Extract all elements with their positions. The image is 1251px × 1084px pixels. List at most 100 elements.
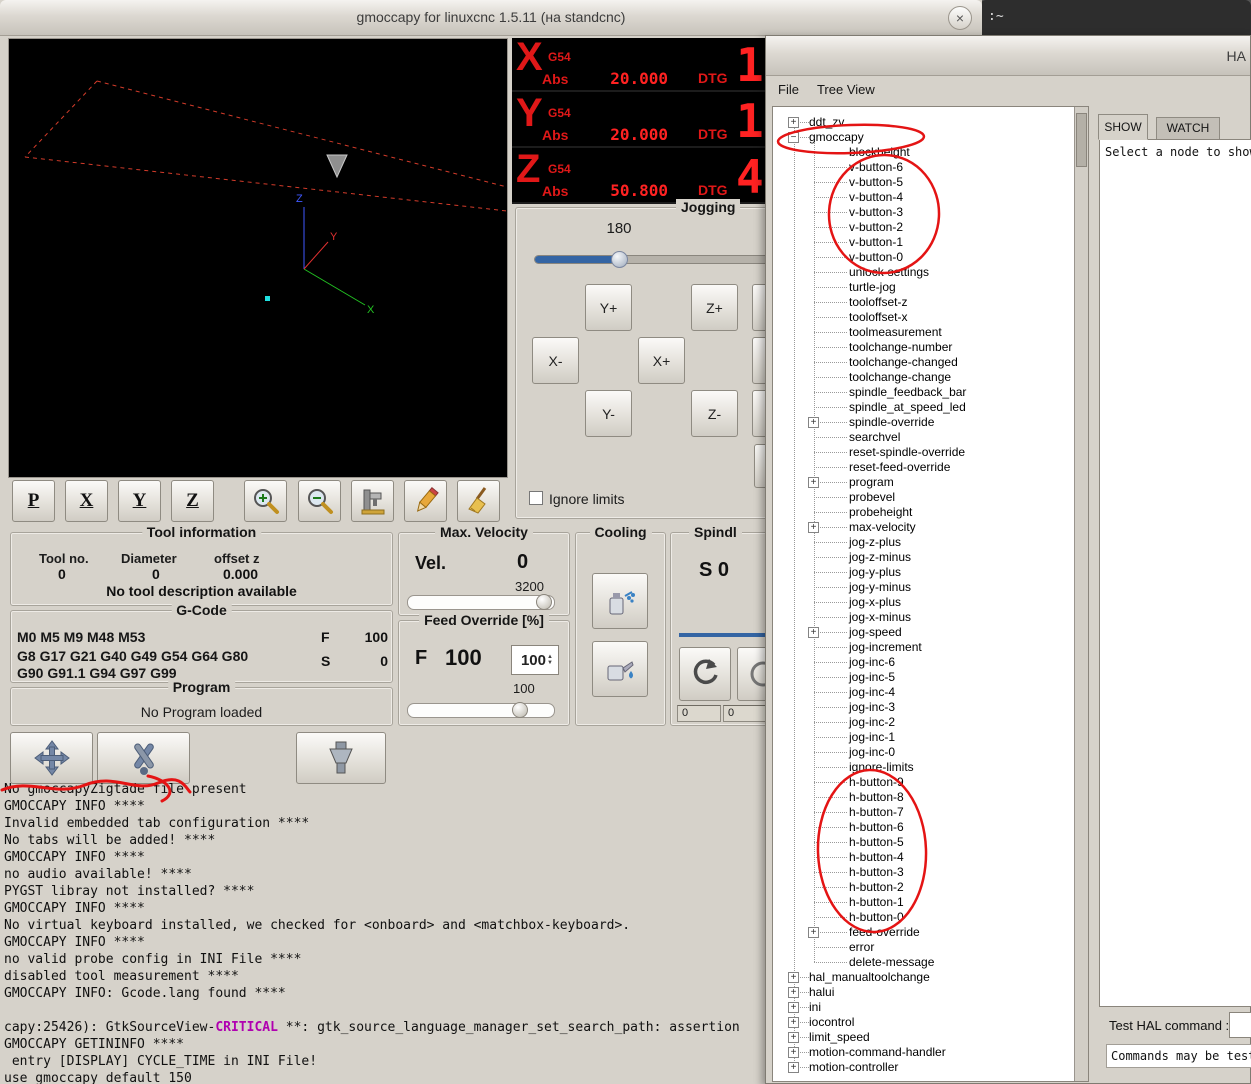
tree-item-h-button-4[interactable]: h-button-4 [773,850,1074,865]
menu-file[interactable]: File [778,82,799,97]
zoom-out-button[interactable] [298,480,341,522]
tree-item-v-button-4[interactable]: v-button-4 [773,190,1074,205]
tree-item-halui[interactable]: + halui [773,985,1074,1000]
tree-item-error[interactable]: error [773,940,1074,955]
show-output[interactable]: Select a node to show [1099,139,1251,1007]
tree-item-jog-inc-4[interactable]: jog-inc-4 [773,685,1074,700]
tree-item-feed-override[interactable]: + feed-override [773,925,1074,940]
tree-item-ini[interactable]: + ini [773,1000,1074,1015]
tree-item-spindle_feedback_bar[interactable]: spindle_feedback_bar [773,385,1074,400]
tree-item-v-button-0[interactable]: v-button-0 [773,250,1074,265]
tree-item-h-button-2[interactable]: h-button-2 [773,880,1074,895]
view-y-button[interactable]: Y [118,480,161,522]
tree-item-v-button-6[interactable]: v-button-6 [773,160,1074,175]
expand-icon[interactable]: + [808,417,819,428]
zoom-in-button[interactable] [244,480,287,522]
tree-item-tooloffset-x[interactable]: tooloffset-x [773,310,1074,325]
terminal-window[interactable]: :~ [980,0,1251,36]
tree-item-ignore-limits[interactable]: ignore-limits [773,760,1074,775]
tree-item-v-button-1[interactable]: v-button-1 [773,235,1074,250]
mist-coolant-button[interactable] [592,573,648,629]
jog-z-minus-button[interactable]: Z- [691,390,738,437]
tree-item-h-button-6[interactable]: h-button-6 [773,820,1074,835]
gremlin-preview[interactable]: Z X Y [8,38,508,478]
tree-item-gmoccapy[interactable]: − gmoccapy [773,130,1074,145]
spin-arrows-icon[interactable]: ▲ ▼ [547,648,556,672]
tree-item-toolmeasurement[interactable]: toolmeasurement [773,325,1074,340]
tree-item-reset-spindle-override[interactable]: reset-spindle-override [773,445,1074,460]
tree-item-jog-x-minus[interactable]: jog-x-minus [773,610,1074,625]
spindle-ccw-button[interactable] [679,647,731,701]
tab-watch[interactable]: WATCH [1156,117,1220,140]
tree-item-probevel[interactable]: probevel [773,490,1074,505]
tree-item-max-velocity[interactable]: + max-velocity [773,520,1074,535]
view-x-button[interactable]: X [65,480,108,522]
ignore-limits-checkbox[interactable] [529,491,543,505]
expand-icon[interactable]: + [788,1017,799,1028]
tree-item-jog-z-plus[interactable]: jog-z-plus [773,535,1074,550]
tree-item-h-button-1[interactable]: h-button-1 [773,895,1074,910]
expand-icon[interactable]: + [808,522,819,533]
expand-icon[interactable]: + [788,117,799,128]
tree-item-program[interactable]: + program [773,475,1074,490]
expand-icon[interactable]: + [788,1032,799,1043]
tree-item-delete-message[interactable]: delete-message [773,955,1074,970]
tree-item-h-button-5[interactable]: h-button-5 [773,835,1074,850]
gmoccapy-titlebar[interactable]: gmoccapy for linuxcnc 1.5.11 (на standcn… [0,0,982,36]
tree-item-turtle-jog[interactable]: turtle-jog [773,280,1074,295]
expand-icon[interactable]: + [788,1002,799,1013]
edit-gcode-button[interactable] [404,480,447,522]
tree-item-jog-y-plus[interactable]: jog-y-plus [773,565,1074,580]
tree-item-jog-inc-3[interactable]: jog-inc-3 [773,700,1074,715]
tree-item-ddt_zv[interactable]: + ddt_zv [773,115,1074,130]
scrollbar-thumb[interactable] [1076,113,1087,167]
test-hal-command-input[interactable] [1229,1012,1251,1038]
feed-override-spinbox[interactable]: 100 ▲ ▼ [511,645,559,675]
feed-override-handle[interactable] [512,702,528,718]
expand-icon[interactable]: + [788,972,799,983]
tree-item-h-button-0[interactable]: h-button-0 [773,910,1074,925]
tree-item-jog-inc-2[interactable]: jog-inc-2 [773,715,1074,730]
hal-titlebar[interactable]: HA [766,36,1250,76]
expand-icon[interactable]: + [808,477,819,488]
jog-y-plus-button[interactable]: Y+ [585,284,632,331]
tree-item-toolchange-changed[interactable]: toolchange-changed [773,355,1074,370]
flood-coolant-button[interactable] [592,641,648,697]
tree-item-probeheight[interactable]: probeheight [773,505,1074,520]
tree-item-h-button-8[interactable]: h-button-8 [773,790,1074,805]
tree-item-jog-inc-0[interactable]: jog-inc-0 [773,745,1074,760]
tree-item-blockheight[interactable]: blockheight [773,145,1074,160]
tree-item-reset-feed-override[interactable]: reset-feed-override [773,460,1074,475]
expand-icon[interactable]: + [808,627,819,638]
tab-show[interactable]: SHOW [1098,114,1148,140]
tree-item-jog-y-minus[interactable]: jog-y-minus [773,580,1074,595]
max-velocity-handle[interactable] [536,594,552,610]
jog-x-plus-button[interactable]: X+ [638,337,685,384]
view-z-button[interactable]: Z [171,480,214,522]
tree-item-limit_speed[interactable]: + limit_speed [773,1030,1074,1045]
jog-slider-handle[interactable] [611,251,628,268]
tree-item-searchvel[interactable]: searchvel [773,430,1074,445]
collapse-icon[interactable]: − [788,132,799,143]
close-button[interactable]: × [948,6,972,30]
tree-item-iocontrol[interactable]: + iocontrol [773,1015,1074,1030]
tree-item-motion-controller[interactable]: + motion-controller [773,1060,1074,1075]
expand-icon[interactable]: + [788,987,799,998]
tree-item-motion-command-handler[interactable]: + motion-command-handler [773,1045,1074,1060]
tree-item-h-button-9[interactable]: h-button-9 [773,775,1074,790]
tree-item-v-button-3[interactable]: v-button-3 [773,205,1074,220]
tree-item-tooloffset-z[interactable]: tooloffset-z [773,295,1074,310]
tree-item-v-button-2[interactable]: v-button-2 [773,220,1074,235]
tree-item-spindle-override[interactable]: + spindle-override [773,415,1074,430]
tree-item-h-button-3[interactable]: h-button-3 [773,865,1074,880]
tree-item-hal_manualtoolchange[interactable]: + hal_manualtoolchange [773,970,1074,985]
tree-item-jog-inc-6[interactable]: jog-inc-6 [773,655,1074,670]
tool-measurement-button[interactable] [351,480,394,522]
tree-item-jog-inc-1[interactable]: jog-inc-1 [773,730,1074,745]
tree-item-jog-inc-5[interactable]: jog-inc-5 [773,670,1074,685]
expand-icon[interactable]: + [808,927,819,938]
expand-icon[interactable]: + [788,1062,799,1073]
tree-item-v-button-5[interactable]: v-button-5 [773,175,1074,190]
tree-item-toolchange-change[interactable]: toolchange-change [773,370,1074,385]
tree-item-h-button-7[interactable]: h-button-7 [773,805,1074,820]
